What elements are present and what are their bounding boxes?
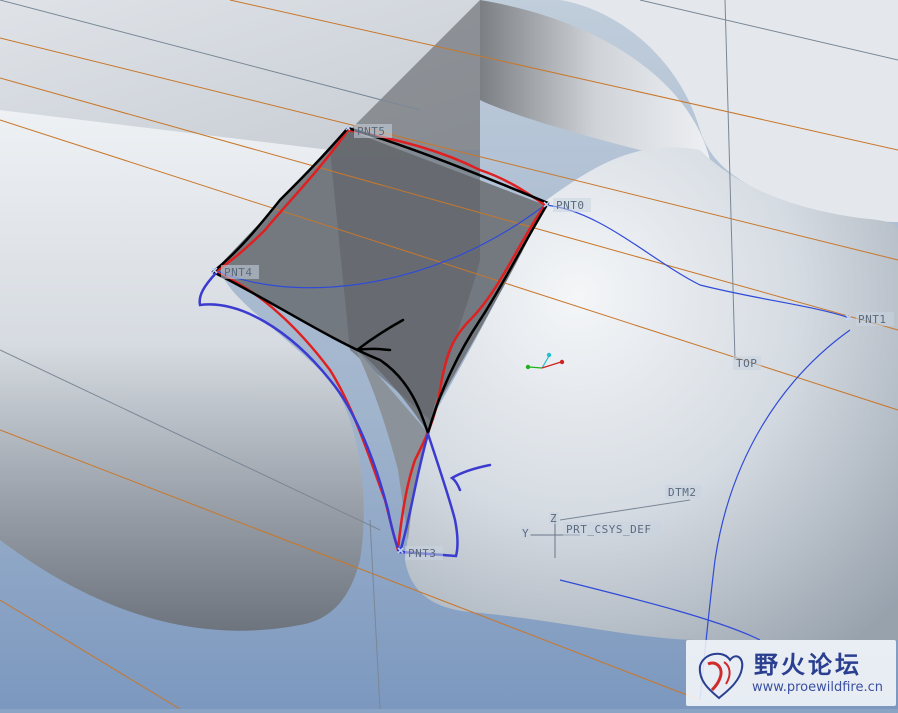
svg-text:Z: Z: [550, 512, 557, 525]
proewildfire-logo-icon: [698, 652, 744, 700]
watermark-url: www.proewildfire.cn: [752, 680, 883, 695]
model-canvas[interactable]: PNT5 PNT0 PNT4 PNT1 PNT3 TOP DTM2 Z Y PR…: [0, 0, 898, 710]
label-dtm2-plane[interactable]: DTM2: [668, 486, 697, 499]
label-top-plane[interactable]: TOP: [736, 357, 757, 370]
label-pnt5[interactable]: PNT5: [357, 125, 386, 138]
label-csys[interactable]: PRT_CSYS_DEF: [566, 523, 651, 536]
label-pnt1[interactable]: PNT1: [858, 313, 887, 326]
watermark-title: 野火论坛: [754, 651, 862, 679]
label-pnt3[interactable]: PNT3: [408, 547, 437, 560]
forum-watermark: 野火论坛 www.proewildfire.cn: [686, 640, 896, 706]
label-pnt0[interactable]: PNT0: [556, 199, 585, 212]
model-viewport[interactable]: PNT5 PNT0 PNT4 PNT1 PNT3 TOP DTM2 Z Y PR…: [0, 0, 898, 710]
svg-text:Y: Y: [522, 527, 529, 540]
label-pnt4[interactable]: PNT4: [224, 266, 253, 279]
